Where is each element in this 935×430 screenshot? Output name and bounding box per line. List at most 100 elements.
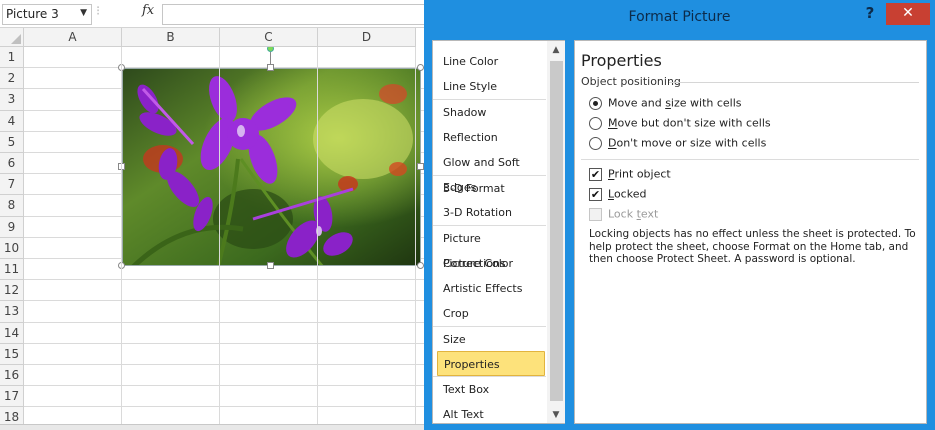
nav-scrollbar[interactable]: ▲ ▼: [547, 41, 565, 423]
checkbox-locked[interactable]: ✔ Locked: [589, 187, 646, 203]
row-header-5[interactable]: 5: [0, 131, 24, 153]
dialog-title: Format Picture: [628, 9, 731, 25]
row-gridline: [24, 279, 424, 281]
column-gridline: [317, 47, 318, 430]
row-header-6[interactable]: 6: [0, 153, 24, 175]
scroll-thumb[interactable]: [550, 61, 563, 401]
resize-handle-bottom-right[interactable]: [417, 262, 424, 269]
dialog-title-bar[interactable]: Format Picture ? ✕: [424, 0, 935, 36]
lock-text-label: Lock text: [608, 207, 659, 221]
sheet-tab-bar[interactable]: [0, 424, 424, 430]
checkbox-lock-text: Lock text: [589, 207, 658, 223]
column-gridline: [121, 47, 122, 430]
column-header-c[interactable]: C: [220, 28, 318, 47]
format-picture-dialog: Format Picture ? ✕ Line Color Line Style S…: [424, 0, 935, 430]
locking-info-text: Locking objects has no effect unless the…: [589, 228, 916, 265]
row-header-10[interactable]: 10: [0, 237, 24, 259]
excel-worksheet: Picture 3 ▼ ⁝ fx 1 2 3 4 5 6 7 8 9 10 11 12 13 14 15 16…: [0, 0, 424, 430]
row-header-1[interactable]: 1: [0, 47, 24, 69]
nav-item-3-d-format[interactable]: 3-D Format: [433, 174, 546, 200]
chevron-down-icon[interactable]: ▼: [80, 8, 87, 18]
row-header-7[interactable]: 7: [0, 174, 24, 196]
resize-handle-bottom[interactable]: [267, 262, 274, 269]
close-button[interactable]: ✕: [886, 3, 930, 25]
row-header-11[interactable]: 11: [0, 259, 24, 281]
row-header-2[interactable]: 2: [0, 68, 24, 90]
nav-item-glow-and-soft-edges[interactable]: Glow and Soft Edges: [433, 150, 546, 194]
row-header-9[interactable]: 9: [0, 216, 24, 238]
row-header-8[interactable]: 8: [0, 195, 24, 217]
nav-item-picture-color[interactable]: Picture Color: [433, 251, 546, 276]
radio-move-no-size[interactable]: Move but don't size with cells: [589, 116, 771, 132]
resize-handle-top[interactable]: [267, 64, 274, 71]
name-box[interactable]: Picture 3 ▼: [2, 4, 92, 25]
radio-dont-move-label: Don't move or size with cells: [608, 136, 767, 150]
row-gridline: [24, 342, 424, 344]
nav-item-reflection[interactable]: Reflection: [433, 125, 546, 150]
radio-button[interactable]: [589, 136, 602, 150]
row-header-13[interactable]: 13: [0, 301, 24, 323]
formula-input[interactable]: [162, 4, 424, 25]
scroll-up-icon[interactable]: ▲: [547, 42, 565, 58]
radio-move-no-size-label: Move but don't size with cells: [608, 116, 771, 130]
radio-move-and-size[interactable]: Move and size with cells: [589, 96, 742, 112]
nav-item-picture-corrections[interactable]: Picture Corrections: [433, 225, 546, 270]
nav-item-line-color[interactable]: Line Color: [433, 49, 546, 74]
nav-item-3-d-rotation[interactable]: 3-D Rotation: [433, 200, 546, 225]
checkbox-disabled: [589, 207, 602, 221]
column-header-b[interactable]: B: [122, 28, 220, 47]
row-gridline: [24, 364, 424, 365]
column-gridline: [219, 47, 220, 430]
row-header-14[interactable]: 14: [0, 322, 24, 344]
nav-item-crop[interactable]: Crop: [433, 301, 546, 326]
radio-button-checked[interactable]: [589, 96, 602, 110]
nav-item-size[interactable]: Size: [433, 326, 546, 351]
checkbox-checked[interactable]: ✔: [589, 167, 602, 181]
radio-button[interactable]: [589, 116, 602, 130]
row-header-12[interactable]: 12: [0, 280, 24, 302]
print-object-label: Print object: [608, 167, 671, 181]
insert-function-icon[interactable]: fx: [142, 3, 154, 18]
group-divider: [669, 82, 919, 83]
row-header-17[interactable]: 17: [0, 386, 24, 408]
scroll-down-icon[interactable]: ▼: [547, 407, 565, 423]
formula-bar-separator: ⁝: [96, 4, 101, 19]
radio-move-and-size-label: Move and size with cells: [608, 96, 742, 110]
row-header-3[interactable]: 3: [0, 89, 24, 111]
column-header-d[interactable]: D: [318, 28, 416, 47]
help-button[interactable]: ?: [862, 4, 878, 22]
category-nav-panel: Line Color Line Style Shadow Reflection Glow…: [432, 40, 565, 424]
flower-image: [123, 69, 420, 265]
name-box-value: Picture 3: [6, 7, 59, 21]
row-gridline: [24, 321, 424, 323]
properties-panel: Properties Object positioning Move and s…: [574, 40, 927, 424]
row-gridline: [24, 406, 424, 408]
resize-handle-right[interactable]: [417, 163, 424, 170]
column-header-a[interactable]: A: [24, 28, 122, 47]
rotation-handle-stem: [270, 52, 271, 65]
row-gridline: [24, 300, 424, 302]
row-header-4[interactable]: 4: [0, 110, 24, 132]
nav-item-alt-text[interactable]: Alt Text: [433, 402, 546, 427]
properties-heading: Properties: [581, 51, 662, 70]
select-all-corner[interactable]: [0, 28, 24, 47]
checkbox-print-object[interactable]: ✔ Print object: [589, 167, 671, 183]
nav-item-text-box[interactable]: Text Box: [433, 376, 546, 401]
locked-label: Locked: [608, 187, 647, 201]
nav-item-line-style[interactable]: Line Style: [433, 74, 546, 99]
section-divider: [581, 159, 919, 160]
row-header-15[interactable]: 15: [0, 343, 24, 365]
nav-item-shadow[interactable]: Shadow: [433, 99, 546, 124]
row-gridline: [24, 385, 424, 387]
category-list: Line Color Line Style Shadow Reflection Glow…: [433, 49, 546, 427]
radio-dont-move[interactable]: Don't move or size with cells: [589, 136, 766, 152]
object-positioning-label: Object positioning: [581, 75, 681, 88]
column-gridline: [415, 47, 416, 430]
row-header-16[interactable]: 16: [0, 365, 24, 387]
nav-item-artistic-effects[interactable]: Artistic Effects: [433, 276, 546, 301]
checkbox-checked[interactable]: ✔: [589, 187, 602, 201]
cell-grid[interactable]: 1 2 3 4 5 6 7 8 9 10 11 12 13 14 15 16 17 18: [0, 28, 424, 430]
resize-handle-top-right[interactable]: [417, 64, 424, 71]
flower-picture[interactable]: [122, 68, 421, 266]
nav-item-properties[interactable]: Properties: [437, 351, 545, 377]
